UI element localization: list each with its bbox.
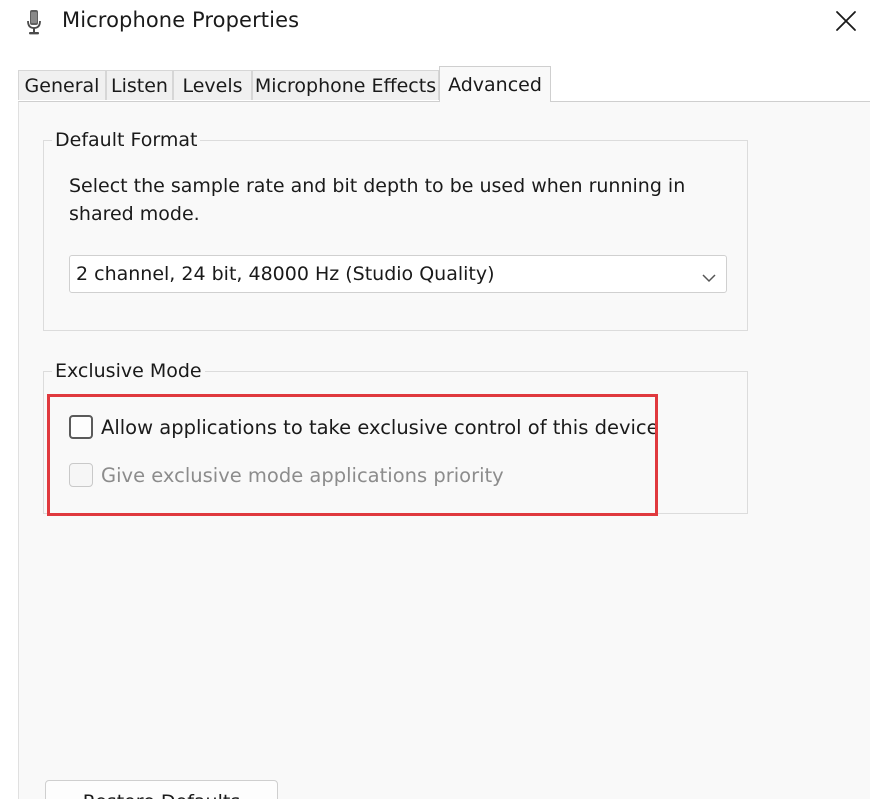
tab-listen[interactable]: Listen — [106, 70, 173, 100]
restore-defaults-label: Restore Defaults — [46, 791, 277, 799]
microphone-icon — [27, 10, 41, 36]
tab-general[interactable]: General — [18, 70, 106, 100]
exclusive-mode-group — [43, 371, 748, 514]
give-exclusive-priority-label: Give exclusive mode applications priorit… — [101, 463, 504, 487]
default-format-dropdown[interactable]: 2 channel, 24 bit, 48000 Hz (Studio Qual… — [69, 255, 727, 293]
exclusive-mode-label: Exclusive Mode — [52, 360, 205, 382]
default-format-description: Select the sample rate and bit depth to … — [69, 175, 686, 225]
give-exclusive-priority-checkbox — [69, 463, 93, 487]
close-button[interactable] — [826, 6, 866, 40]
give-exclusive-priority-option: Give exclusive mode applications priorit… — [69, 460, 504, 490]
default-format-group — [43, 140, 748, 331]
tab-label: Advanced — [448, 73, 542, 96]
tab-levels[interactable]: Levels — [173, 70, 252, 100]
allow-exclusive-control-option[interactable]: Allow applications to take exclusive con… — [69, 412, 659, 442]
default-format-selected-value: 2 channel, 24 bit, 48000 Hz (Studio Qual… — [76, 263, 495, 285]
tab-label: Listen — [111, 74, 168, 97]
tab-microphone-effects[interactable]: Microphone Effects — [252, 70, 439, 100]
close-icon — [835, 10, 857, 36]
tab-label: Levels — [182, 74, 243, 97]
allow-exclusive-control-label: Allow applications to take exclusive con… — [101, 415, 659, 439]
tab-advanced[interactable]: Advanced — [439, 66, 551, 102]
default-format-label: Default Format — [52, 129, 201, 151]
allow-exclusive-control-checkbox[interactable] — [69, 415, 93, 439]
restore-defaults-button[interactable]: Restore Defaults — [45, 780, 278, 799]
window-title: Microphone Properties — [62, 8, 300, 32]
microphone-properties-window: Microphone Properties General Listen Lev… — [0, 0, 870, 799]
tab-label: General — [24, 74, 100, 97]
tab-label: Microphone Effects — [254, 74, 437, 97]
tab-strip: General Listen Levels Microphone Effects… — [18, 62, 870, 102]
chevron-down-icon — [702, 268, 716, 283]
title-bar: Microphone Properties — [0, 0, 870, 50]
